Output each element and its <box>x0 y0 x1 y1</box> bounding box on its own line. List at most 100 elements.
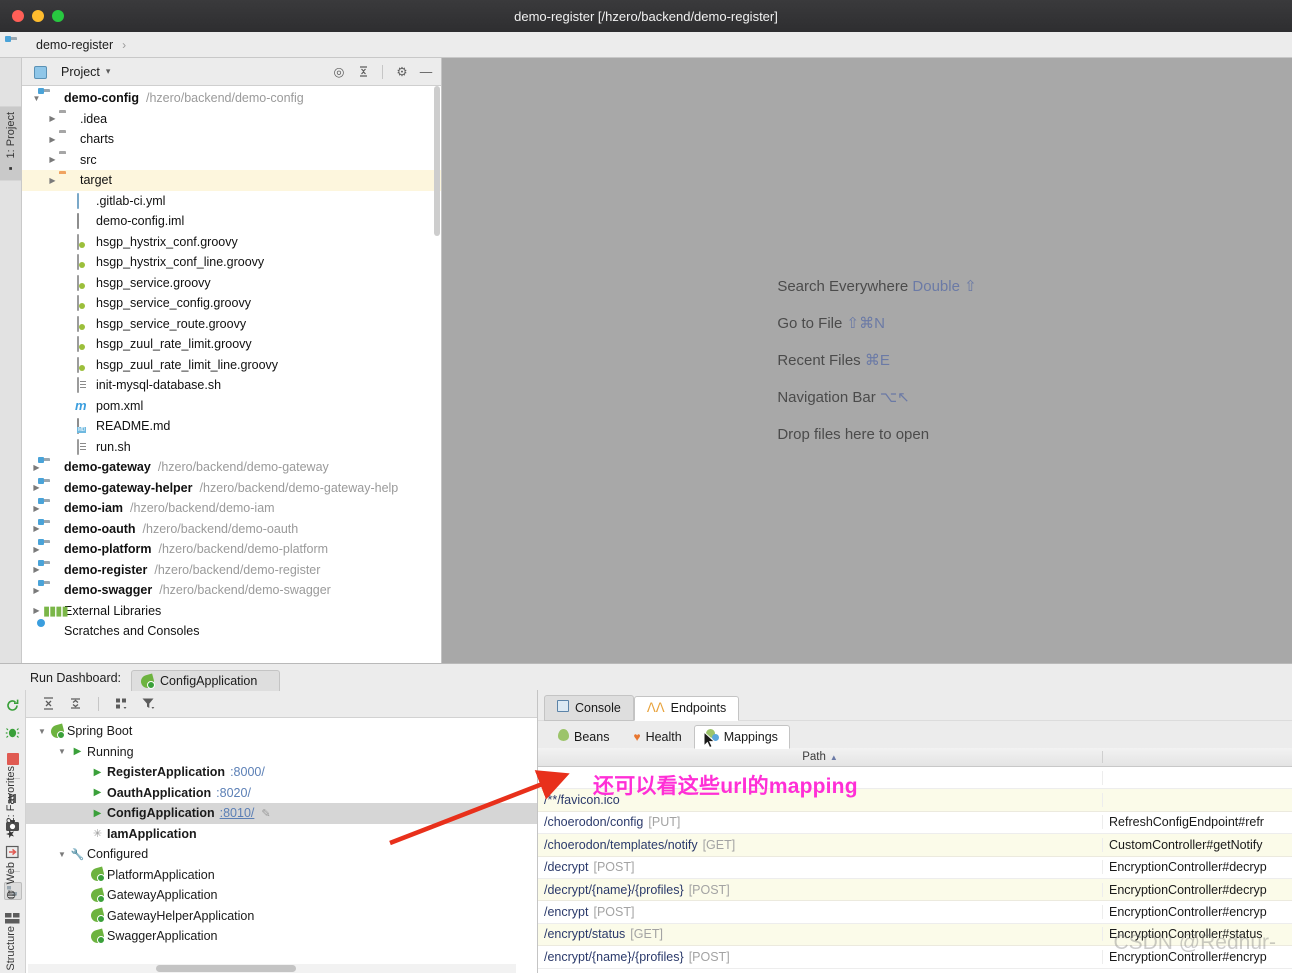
tree-row[interactable]: ▶hsgp_service_route.groovy <box>22 314 441 335</box>
tree-row[interactable]: ▶hsgp_service_config.groovy <box>22 293 441 314</box>
run-dashboard-row[interactable]: ▼ Spring Boot <box>26 721 537 742</box>
column-header-path[interactable]: Path ▲ <box>538 751 1103 763</box>
project-file-tree[interactable]: ▼ demo-config/hzero/backend/demo-config ▶.… <box>22 86 441 663</box>
endpoints-tabbar[interactable]: Console ᐱᐱ Endpoints <box>538 690 1292 721</box>
tree-row[interactable]: ▶ demo-gateway/hzero/backend/demo-gateway <box>22 457 441 478</box>
tree-row[interactable]: ▶ demo-swagger/hzero/backend/demo-swagger <box>22 580 441 601</box>
tree-row[interactable]: ▶ demo-register/hzero/backend/demo-regist… <box>22 560 441 581</box>
run-dashboard-row[interactable]: ▼ ▶ Running <box>26 742 537 763</box>
zoom-button[interactable] <box>52 10 64 22</box>
group-by-icon[interactable] <box>113 695 130 712</box>
table-row[interactable]: /choerodon/templates/notify [GET] CustomCo… <box>538 834 1292 857</box>
tree-expand-arrow[interactable]: ▶ <box>30 524 43 533</box>
project-vertical-scrollbar[interactable] <box>433 86 441 663</box>
run-dashboard-row[interactable]: GatewayHelperApplication <box>26 906 537 927</box>
run-tree-port[interactable]: :8000/ <box>230 765 265 779</box>
run-dashboard-row[interactable]: ✳ IamApplication <box>26 824 537 845</box>
tree-expand-arrow[interactable]: ▶ <box>30 504 43 513</box>
run-dashboard-hscrollbar[interactable] <box>28 964 516 973</box>
tree-expand-arrow[interactable]: ▶ <box>46 135 59 144</box>
tree-row[interactable]: ▶ demo-oauth/hzero/backend/demo-oauth <box>22 519 441 540</box>
tree-row[interactable]: ▶ demo-gateway-helper/hzero/backend/demo-… <box>22 478 441 499</box>
tree-row[interactable]: ▶ ▮▮▮▮ External Libraries <box>22 601 441 622</box>
tree-row[interactable]: ▶hsgp_zuul_rate_limit.groovy <box>22 334 441 355</box>
sidebar-item-structure[interactable]: ▥ 7: Structure <box>0 920 22 973</box>
tree-row[interactable]: ▶init-mysql-database.sh <box>22 375 441 396</box>
sidebar-item-favorites[interactable]: ★ 2: Favorites <box>0 760 22 846</box>
tree-expand-arrow[interactable]: ▶ <box>46 155 59 164</box>
tree-row[interactable]: ▶hsgp_zuul_rate_limit_line.groovy <box>22 355 441 376</box>
collapse-all-icon[interactable] <box>354 63 372 81</box>
chevron-down-icon[interactable]: ▾ <box>106 66 111 77</box>
tree-row[interactable]: ▶README.md <box>22 416 441 437</box>
tree-row[interactable]: ▶Scratches and Consoles <box>22 621 441 642</box>
folder-orange-icon <box>59 172 75 188</box>
table-row[interactable]: /decrypt [POST] EncryptionController#decry… <box>538 856 1292 879</box>
tree-row[interactable]: ▶mpom.xml <box>22 396 441 417</box>
tree-row[interactable]: ▶.gitlab-ci.yml <box>22 191 441 212</box>
debug-icon[interactable] <box>4 723 22 741</box>
run-dashboard-row[interactable]: ▼ 🔧 Configured <box>26 844 537 865</box>
subtab-health[interactable]: ♥ Health <box>621 726 693 749</box>
tree-row-path: /hzero/backend/demo-iam <box>130 501 275 516</box>
endpoints-subtabbar[interactable]: Beans ♥ Health Mappings <box>538 720 1292 749</box>
locate-icon[interactable]: ◎ <box>330 63 348 81</box>
tree-expand-arrow[interactable]: ▶ <box>46 114 59 123</box>
subtab-beans[interactable]: Beans <box>546 725 621 749</box>
tree-row[interactable]: ▶hsgp_service.groovy <box>22 273 441 294</box>
table-row[interactable]: /encrypt [POST] EncryptionController#encry… <box>538 901 1292 924</box>
tree-row[interactable]: ▶run.sh <box>22 437 441 458</box>
tree-row[interactable]: ▶ demo-iam/hzero/backend/demo-iam <box>22 498 441 519</box>
tree-row[interactable]: ▶ src <box>22 150 441 171</box>
run-dashboard-row[interactable]: ▶ ConfigApplication:8010/ ✎ <box>26 803 537 824</box>
tree-expand-arrow[interactable]: ▶ <box>46 176 59 185</box>
tree-expand-arrow[interactable]: ▶ <box>30 606 43 615</box>
run-dashboard-row[interactable]: GatewayApplication <box>26 885 537 906</box>
tree-row[interactable]: ▶hsgp_hystrix_conf.groovy <box>22 232 441 253</box>
editor-hint-list: Search Everywhere Double ⇧ Go to File ⇧⌘N… <box>777 268 976 453</box>
tab-console[interactable]: Console <box>544 695 634 721</box>
tree-expand-arrow[interactable]: ▶ <box>30 565 43 574</box>
run-tree-port[interactable]: :8020/ <box>216 786 251 800</box>
edit-pencil-icon[interactable]: ✎ <box>261 807 270 820</box>
tree-row[interactable]: ▶demo-config.iml <box>22 211 441 232</box>
hide-minus-icon[interactable]: — <box>417 63 435 81</box>
breadcrumb-project[interactable]: demo-register › <box>10 37 126 53</box>
run-tree-expand-arrow[interactable]: ▼ <box>56 850 68 859</box>
tree-expand-arrow[interactable]: ▶ <box>30 483 43 492</box>
tree-expand-arrow[interactable]: ▶ <box>30 586 43 595</box>
run-tree-expand-arrow[interactable]: ▼ <box>56 747 68 756</box>
tree-row[interactable]: ▶ .idea <box>22 109 441 130</box>
tab-config-application[interactable]: ConfigApplication <box>131 670 281 691</box>
tree-row[interactable]: ▶hsgp_hystrix_conf_line.groovy <box>22 252 441 273</box>
tree-expand-arrow[interactable]: ▶ <box>30 463 43 472</box>
run-dashboard-tree[interactable]: ▼ Spring Boot ▼ ▶ Running ▶ RegisterApplicatio… <box>26 718 537 973</box>
run-dashboard-row[interactable]: ▶ OauthApplication:8020/ <box>26 783 537 804</box>
star-icon: ★ <box>4 828 18 841</box>
table-row[interactable]: /choerodon/config [PUT] RefreshConfigEndpo… <box>538 811 1292 835</box>
sidebar-item-project[interactable]: ▪ 1: Project <box>0 106 22 181</box>
close-button[interactable] <box>12 10 24 22</box>
minimize-button[interactable] <box>32 10 44 22</box>
table-row[interactable]: /decrypt/{name}/{profiles} [POST] Encrypti… <box>538 878 1292 902</box>
run-dashboard-row[interactable]: ▶ RegisterApplication:8000/ <box>26 762 537 783</box>
run-tree-expand-arrow[interactable]: ▼ <box>36 727 48 736</box>
tree-row[interactable]: ▶ charts <box>22 129 441 150</box>
tree-row[interactable]: ▶ demo-platform/hzero/backend/demo-platfo… <box>22 539 441 560</box>
tree-row[interactable]: ▶ target <box>22 170 441 191</box>
tree-expand-arrow[interactable]: ▼ <box>30 94 43 103</box>
run-tree-port[interactable]: :8010/ <box>220 806 255 820</box>
sidebar-item-web[interactable]: ◍ Web <box>0 856 22 907</box>
traffic-lights[interactable] <box>0 10 64 22</box>
collapse-all-icon[interactable] <box>67 695 84 712</box>
filter-icon[interactable] <box>140 695 157 712</box>
tab-endpoints[interactable]: ᐱᐱ Endpoints <box>633 696 740 721</box>
settings-gear-icon[interactable]: ⚙ <box>393 63 411 81</box>
tree-expand-arrow[interactable]: ▶ <box>30 545 43 554</box>
tree-row[interactable]: ▼ demo-config/hzero/backend/demo-config <box>22 88 441 109</box>
rerun-icon[interactable] <box>4 696 22 714</box>
expand-all-icon[interactable] <box>40 695 57 712</box>
project-pane-header: Project ▾ ◎ ⚙ — <box>22 58 441 86</box>
run-dashboard-row[interactable]: PlatformApplication <box>26 865 537 886</box>
run-dashboard-row[interactable]: SwaggerApplication <box>26 926 537 947</box>
